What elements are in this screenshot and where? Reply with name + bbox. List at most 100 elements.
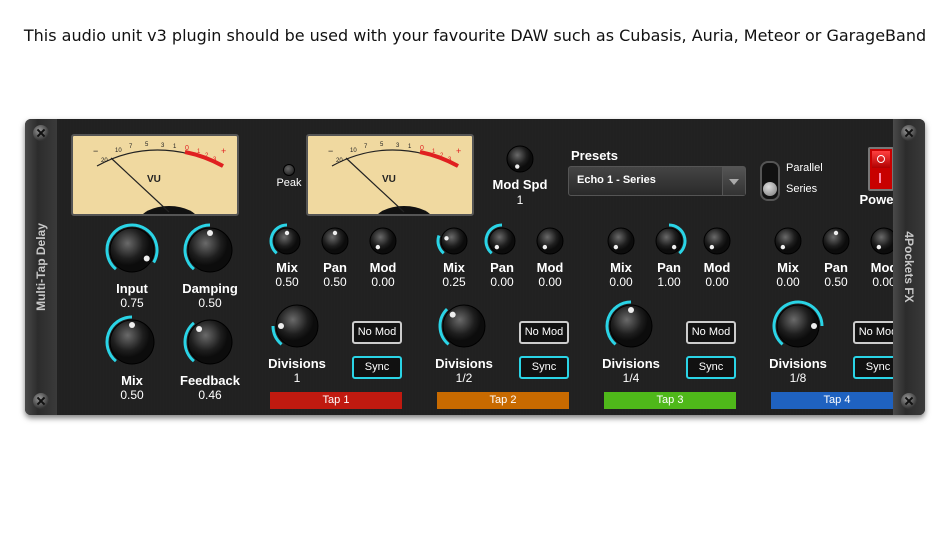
- plugin-name-label: Multi-Tap Delay: [34, 223, 48, 311]
- tap-mix-label: Mix: [276, 260, 298, 275]
- peak-led: [283, 164, 295, 176]
- routing-series-label: Series: [786, 183, 818, 195]
- power-icon[interactable]: [872, 151, 890, 168]
- tap-mod-label: Mod: [536, 260, 564, 275]
- tap-divisions-label: Divisions: [435, 356, 493, 371]
- tap-divisions-value: 1/8: [789, 371, 807, 385]
- feedback-label: Feedback: [180, 373, 240, 388]
- presets-dropdown[interactable]: Echo 1 - Series: [568, 166, 746, 196]
- tap2-mix-knob[interactable]: [436, 223, 472, 264]
- caption-text: This audio unit v3 plugin should be used…: [23, 26, 927, 45]
- tap2-mod-knob[interactable]: [532, 223, 568, 264]
- tap-color-bar: Tap 2: [437, 392, 569, 409]
- tap1-mix-knob[interactable]: [269, 223, 305, 264]
- tap2-pan-knob[interactable]: [484, 223, 520, 264]
- tap-pan-value: 0.00: [490, 275, 514, 289]
- tap-sync-button[interactable]: Sync: [519, 356, 569, 379]
- mod-spd-knob[interactable]: [502, 141, 538, 182]
- tap-mix-label: Mix: [610, 260, 632, 275]
- tap-pan-label: Pan: [824, 260, 848, 275]
- tap-mod-value: 0.00: [538, 275, 562, 289]
- right-rail: 4Pockets FX: [893, 119, 925, 415]
- screw-icon: [33, 125, 49, 141]
- tap-mod-label: Mod: [703, 260, 731, 275]
- vu-meter-face: − + 20 10 7 5 3 1 0 1 2 3 VU: [308, 136, 472, 214]
- power-switch[interactable]: [868, 147, 894, 191]
- vu-minus-label: −: [93, 146, 98, 156]
- tap-no-mod-button[interactable]: No Mod: [519, 321, 569, 344]
- tap3-mix-knob[interactable]: [603, 223, 639, 264]
- tap3-pan-knob[interactable]: [651, 223, 687, 264]
- tap3-mod-knob[interactable]: [699, 223, 735, 264]
- tap-no-mod-button[interactable]: No Mod: [352, 321, 402, 344]
- tap4-mix-knob[interactable]: [770, 223, 806, 264]
- tap1-pan-knob[interactable]: [317, 223, 353, 264]
- vu-meter-face: − + 20 10 7 5 3 1 0 1 2 3 VU: [73, 136, 237, 214]
- vu-tick-label: 10: [115, 148, 122, 154]
- chevron-down-icon[interactable]: [722, 167, 745, 195]
- tap-sync-button[interactable]: Sync: [352, 356, 402, 379]
- mod-spd-value: 1: [516, 193, 524, 207]
- screw-icon: [33, 393, 49, 409]
- vu-tick-label: 10: [350, 148, 357, 154]
- tap2-divisions-knob[interactable]: [438, 300, 490, 357]
- tap-color-bar: Tap 1: [270, 392, 402, 409]
- mix-knob[interactable]: [105, 315, 159, 374]
- vu-minus-label: −: [328, 146, 333, 156]
- tap-mix-value: 0.50: [275, 275, 299, 289]
- tap-mix-value: 0.00: [609, 275, 633, 289]
- screw-icon: [901, 393, 917, 409]
- vu-label: VU: [382, 174, 396, 185]
- plugin-window: Multi-Tap Delay − + 20 10 7 5 3 1 0 1 2: [25, 119, 925, 415]
- tap-mix-label: Mix: [777, 260, 799, 275]
- toggle-knob[interactable]: [763, 182, 777, 196]
- tap-mix-label: Mix: [443, 260, 465, 275]
- main-panel: − + 20 10 7 5 3 1 0 1 2 3 VU Peak − + 20…: [57, 119, 903, 415]
- feedback-knob[interactable]: [183, 315, 237, 374]
- left-rail: Multi-Tap Delay: [25, 119, 57, 415]
- tap-divisions-label: Divisions: [602, 356, 660, 371]
- vu-label: VU: [147, 174, 161, 185]
- tap-pan-value: 0.50: [824, 275, 848, 289]
- tap-pan-label: Pan: [490, 260, 514, 275]
- tap-divisions-label: Divisions: [268, 356, 326, 371]
- tap-mod-value: 0.00: [705, 275, 729, 289]
- brand-label: 4Pockets FX: [902, 231, 916, 303]
- tap-color-bar: Tap 4: [771, 392, 903, 409]
- screw-icon: [901, 125, 917, 141]
- tap3-divisions-knob[interactable]: [605, 300, 657, 357]
- tap1-divisions-knob[interactable]: [271, 300, 323, 357]
- tap-mod-value: 0.00: [371, 275, 395, 289]
- preset-selected: Echo 1 - Series: [577, 174, 656, 186]
- tap-pan-label: Pan: [323, 260, 347, 275]
- damping-label: Damping: [182, 281, 238, 296]
- damping-knob[interactable]: [183, 223, 237, 282]
- peak-label: Peak: [276, 177, 302, 189]
- tap-sync-button[interactable]: Sync: [686, 356, 736, 379]
- input-knob[interactable]: [105, 223, 159, 282]
- power-off-mark: [879, 173, 881, 183]
- routing-parallel-label: Parallel: [786, 162, 823, 174]
- input-value: 0.75: [120, 296, 144, 310]
- vu-tick-label: 0: [185, 145, 189, 152]
- presets-label: Presets: [571, 148, 618, 163]
- vu-tick-label: 0: [420, 145, 424, 152]
- tap-pan-value: 1.00: [657, 275, 681, 289]
- feedback-value: 0.46: [198, 388, 222, 402]
- vu-tick-label: 20: [336, 158, 343, 164]
- tap4-divisions-knob[interactable]: [772, 300, 824, 357]
- vu-plus-label: +: [456, 146, 461, 156]
- tap-pan-value: 0.50: [323, 275, 347, 289]
- vu-meter-left: − + 20 10 7 5 3 1 0 1 2 3 VU: [71, 134, 239, 216]
- tap-divisions-value: 1/2: [455, 371, 473, 385]
- damping-value: 0.50: [198, 296, 222, 310]
- vu-tick-label: 20: [101, 158, 108, 164]
- input-label: Input: [116, 281, 148, 296]
- mix-value: 0.50: [120, 388, 144, 402]
- tap1-mod-knob[interactable]: [365, 223, 401, 264]
- tap-pan-label: Pan: [657, 260, 681, 275]
- tap4-pan-knob[interactable]: [818, 223, 854, 264]
- routing-toggle[interactable]: [760, 161, 780, 201]
- tap-mix-value: 0.00: [776, 275, 800, 289]
- tap-no-mod-button[interactable]: No Mod: [686, 321, 736, 344]
